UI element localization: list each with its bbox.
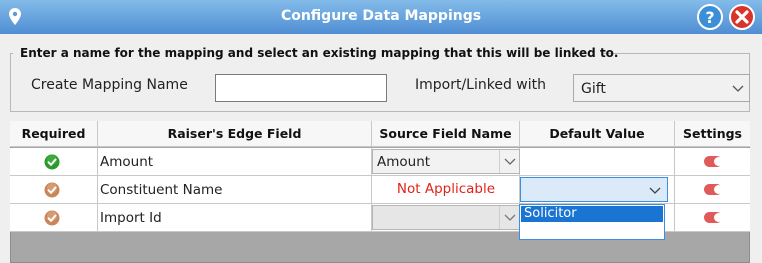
orange-check-icon: [44, 182, 60, 198]
orange-check-icon: [44, 210, 60, 226]
group-border-left: [10, 53, 11, 111]
settings-cell: [675, 148, 750, 176]
settings-toggle-icon[interactable]: [704, 156, 723, 167]
chevron-down-icon: [649, 187, 661, 194]
help-icon: ?: [697, 4, 723, 30]
default-value-cell: [520, 176, 675, 204]
source-field-cell: [372, 204, 520, 232]
field-name: Amount: [100, 154, 154, 170]
source-field-dropdown[interactable]: Amount: [372, 149, 520, 174]
not-applicable-text: Not Applicable: [396, 181, 496, 197]
close-icon: [729, 4, 755, 30]
required-cell: [10, 176, 98, 204]
svg-text:?: ?: [705, 8, 714, 27]
green-check-icon: [44, 154, 60, 170]
header-settings[interactable]: Settings: [675, 121, 750, 147]
settings-toggle-icon[interactable]: [704, 212, 723, 223]
settings-cell: [675, 176, 750, 204]
chevron-down-icon: [504, 158, 516, 165]
import-linked-with-value: Gift: [581, 81, 606, 97]
chevron-down-icon: [732, 85, 744, 92]
create-mapping-name-input[interactable]: [215, 74, 387, 102]
source-field-cell: Not Applicable: [372, 176, 520, 204]
header-raisers-edge-field[interactable]: Raiser's Edge Field: [98, 121, 372, 147]
settings-toggle-icon[interactable]: [704, 184, 723, 195]
header-source-field-name[interactable]: Source Field Name: [372, 121, 520, 147]
import-linked-with-select[interactable]: Gift: [573, 74, 750, 102]
source-field-dropdown[interactable]: [372, 205, 520, 230]
create-mapping-name-label: Create Mapping Name: [31, 77, 188, 93]
header-required[interactable]: Required: [10, 121, 98, 147]
field-name: Import Id: [100, 210, 162, 226]
field-name: Constituent Name: [100, 182, 223, 198]
window-title: Configure Data Mappings: [280, 8, 482, 24]
group-border-bottom: [10, 111, 750, 112]
option-empty[interactable]: [521, 223, 663, 239]
required-cell: [10, 148, 98, 176]
chevron-down-icon: [504, 214, 516, 221]
settings-cell: [675, 204, 750, 232]
raisers-edge-field-cell: Import Id: [98, 204, 372, 232]
raisers-edge-field-cell: Constituent Name: [98, 176, 372, 204]
default-value-options-list: Solicitor: [519, 204, 665, 240]
help-button[interactable]: ?: [696, 3, 724, 31]
title-bar: Configure Data Mappings ?: [0, 0, 762, 34]
raisers-edge-field-cell: Amount: [98, 148, 372, 176]
group-border-top-right: [603, 53, 749, 54]
header-default-value[interactable]: Default Value: [520, 121, 675, 147]
table-row: Amount Amount: [10, 148, 750, 176]
required-cell: [10, 204, 98, 232]
source-field-cell: Amount: [372, 148, 520, 176]
import-linked-with-label: Import/Linked with: [415, 77, 547, 93]
table-row: Constituent Name Not Applicable: [10, 176, 750, 204]
close-button[interactable]: [728, 3, 756, 31]
source-field-value: Amount: [377, 154, 431, 170]
option-solicitor[interactable]: Solicitor: [521, 206, 663, 222]
instruction-text: Enter a name for the mapping and select …: [20, 46, 619, 60]
default-value-cell[interactable]: [520, 148, 675, 176]
default-value-dropdown[interactable]: [520, 177, 668, 202]
grid-header: Required Raiser's Edge Field Source Fiel…: [10, 121, 750, 147]
